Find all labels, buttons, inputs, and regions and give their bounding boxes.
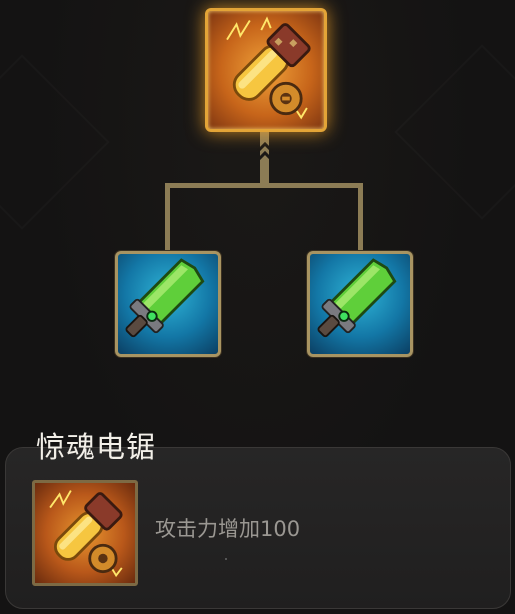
item-effect-description: 攻击力增加100 bbox=[155, 517, 301, 541]
ingredient-item-slot-2[interactable] bbox=[307, 251, 413, 357]
connector-horizontal bbox=[165, 183, 363, 188]
upgrade-chevron-icon bbox=[256, 141, 274, 162]
bg-diamond-right bbox=[394, 44, 515, 219]
chainsaw-icon bbox=[226, 16, 311, 120]
bg-diamond-left bbox=[0, 54, 110, 229]
connector-left-drop bbox=[165, 183, 170, 253]
green-cleaver-icon bbox=[317, 258, 397, 338]
item-name: 惊魂电锯 bbox=[36, 430, 157, 464]
item-upgrade-screen: 惊魂电锯 攻击力增加100 bbox=[0, 0, 515, 614]
chainsaw-icon bbox=[49, 490, 123, 578]
green-cleaver-icon bbox=[125, 258, 205, 338]
result-item-slot[interactable] bbox=[205, 8, 327, 132]
divider-dot bbox=[225, 558, 227, 560]
connector-right-drop bbox=[358, 183, 363, 253]
ingredient-item-slot-1[interactable] bbox=[115, 251, 221, 357]
detail-item-icon-slot[interactable] bbox=[32, 480, 138, 586]
